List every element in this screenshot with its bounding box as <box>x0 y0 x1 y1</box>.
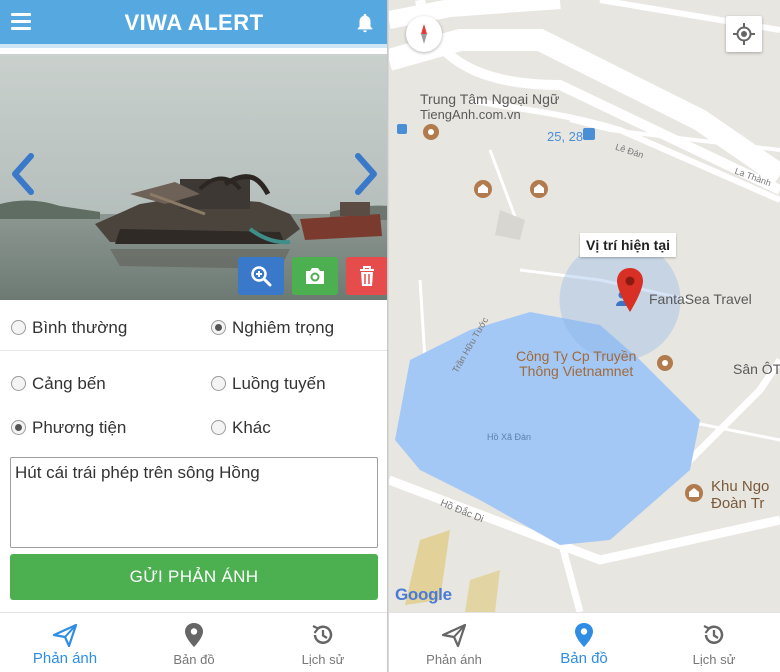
nav-report-label: Phản ánh <box>32 650 98 667</box>
google-logo: Google <box>395 585 452 605</box>
nav-report-2-label: Phản ánh <box>426 652 482 667</box>
google-logo-text: Google <box>395 585 452 604</box>
poi-fantasea: FantaSea Travel <box>649 291 752 307</box>
nav-map-2-label: Bản đồ <box>560 650 608 667</box>
camera-button[interactable] <box>292 257 338 295</box>
bottom-nav: Phản ánh Bản đồ Lịch sử <box>0 612 387 672</box>
poi-vietnamnet-line2: Thông Vietnamnet <box>519 363 634 379</box>
nav-report-2[interactable]: Phản ánh <box>389 613 519 672</box>
radio-other-label: Khác <box>232 418 271 437</box>
my-location-button[interactable] <box>726 16 762 52</box>
radio-serious-label: Nghiêm trọng <box>232 318 335 337</box>
next-photo-icon[interactable] <box>352 152 382 196</box>
crosshair-icon <box>733 23 755 45</box>
app-header: VIWA ALERT <box>0 0 387 48</box>
bottom-nav-map: Phản ánh Bản đồ Lịch sử <box>389 612 780 672</box>
map-screen: Trung Tâm Ngoại Ngữ TiengAnh.com.vn 25, … <box>389 0 780 672</box>
radio-port-circle[interactable] <box>11 376 26 391</box>
camera-icon <box>306 268 324 284</box>
send-icon <box>441 623 467 648</box>
radio-other-circle[interactable] <box>211 420 226 435</box>
bell-icon[interactable] <box>354 12 376 34</box>
poi-vietnamnet: Công Ty Cp Truyền Thông Vietnamnet <box>516 349 636 379</box>
nav-report[interactable]: Phản ánh <box>0 613 130 672</box>
radio-normal-circle[interactable] <box>11 320 26 335</box>
poi-language-center-line1: Trung Tâm Ngoại Ngữ <box>420 91 560 107</box>
radio-vehicle-label: Phương tiện <box>32 418 127 437</box>
poi-khu-line1: Khu Ngo <box>711 478 770 495</box>
prev-photo-icon[interactable] <box>7 152 37 196</box>
poi-vietnamnet-line1: Công Ty Cp Truyền <box>516 348 637 364</box>
map-pin-icon <box>185 623 203 647</box>
trash-icon <box>360 266 374 286</box>
nav-history-label: Lịch sử <box>301 652 345 667</box>
poi-khu: Khu Ngo Đoàn Tr <box>711 478 769 512</box>
report-screen: VIWA ALERT Bình thường Nghiêm trọng Cảng… <box>0 0 388 672</box>
nav-history[interactable]: Lịch sử <box>258 613 387 672</box>
radio-port-label: Cảng bến <box>32 374 106 393</box>
delete-button[interactable] <box>346 257 387 295</box>
nav-history-2-label: Lịch sử <box>692 652 736 667</box>
radio-normal-label: Bình thường <box>32 318 128 337</box>
compass-button[interactable] <box>406 16 442 52</box>
divider <box>0 350 387 351</box>
radio-channel-label: Luồng tuyến <box>232 374 326 393</box>
current-location-tooltip: Vị trí hiện tại <box>580 233 677 257</box>
poi-language-center-line2: TiengAnh.com.vn <box>420 107 521 122</box>
nav-map[interactable]: Bản đồ <box>129 613 259 672</box>
history-icon <box>703 625 724 644</box>
poi-san: Sân ÔT <box>733 361 780 377</box>
report-text-field[interactable]: Hút cái trái phép trên sông Hồng <box>10 457 378 548</box>
nav-history-2[interactable]: Lịch sử <box>649 613 779 672</box>
app-title: VIWA ALERT <box>124 10 264 35</box>
lake-label: Hồ Xã Đàn <box>487 432 532 442</box>
send-icon <box>52 623 78 648</box>
poi-language-center: Trung Tâm Ngoại Ngữ TiengAnh.com.vn <box>420 91 560 123</box>
submit-report-button[interactable]: GỬI PHẢN ÁNH <box>10 554 378 600</box>
radio-vehicle-circle[interactable] <box>11 420 26 435</box>
nav-map-2[interactable]: Bản đồ <box>519 613 649 672</box>
poi-khu-line2: Đoàn Tr <box>711 495 765 512</box>
zoom-in-icon <box>251 266 272 287</box>
radio-channel-circle[interactable] <box>211 376 226 391</box>
radio-serious-circle[interactable] <box>211 320 226 335</box>
map-pin-icon <box>575 623 593 647</box>
history-icon <box>312 625 333 644</box>
bus-stop-label: 25, 28 <box>547 129 584 144</box>
zoom-button[interactable] <box>238 257 284 295</box>
compass-icon <box>421 24 427 44</box>
nav-map-label: Bản đồ <box>173 652 215 667</box>
